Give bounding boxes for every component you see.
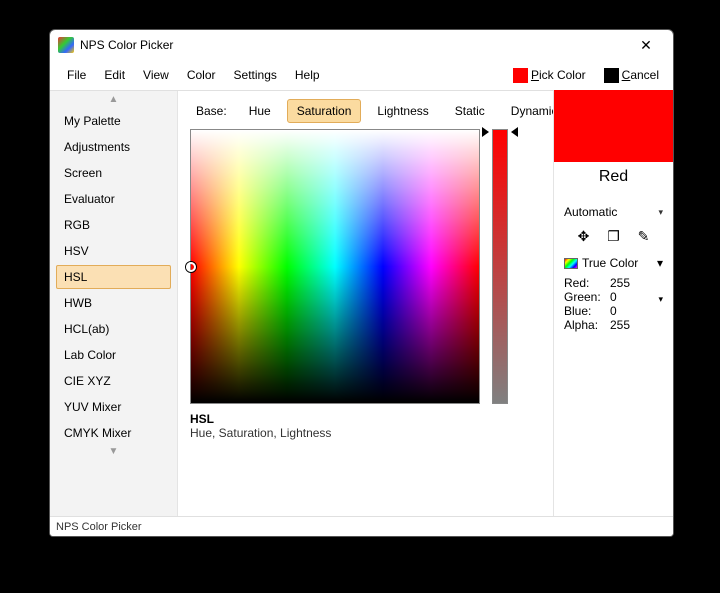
channel-row: Green:0 xyxy=(564,290,663,304)
current-color-swatch xyxy=(554,90,674,162)
window-close-button[interactable]: ✕ xyxy=(629,33,663,57)
mode-description-title: HSL xyxy=(190,412,553,426)
saturation-slider[interactable] xyxy=(490,129,510,404)
copy-button[interactable]: ❐ xyxy=(606,228,622,244)
truecolor-icon xyxy=(564,258,578,269)
channel-key: Alpha: xyxy=(564,318,610,332)
sidebar-scroll-up[interactable]: ▲ xyxy=(50,95,177,109)
menu-color[interactable]: Color xyxy=(178,63,225,87)
tab-static[interactable]: Static xyxy=(445,99,495,123)
cancel-label: Cancel xyxy=(622,68,659,82)
saturation-track xyxy=(492,129,508,404)
truecolor-dropdown[interactable]: True Color ▾ xyxy=(564,252,663,274)
channel-row: Blue:0 xyxy=(564,304,663,318)
menu-file[interactable]: File xyxy=(58,63,95,87)
sidebar-item-adjustments[interactable]: Adjustments xyxy=(56,135,171,159)
mode-description: HSL Hue, Saturation, Lightness xyxy=(190,412,553,440)
sidebar-item-hcl-ab-[interactable]: HCL(ab) xyxy=(56,317,171,341)
paste-button[interactable]: ✎ xyxy=(636,228,652,244)
close-icon: ✕ xyxy=(640,37,652,54)
sidebar-item-hwb[interactable]: HWB xyxy=(56,291,171,315)
mode-dropdown-label: Automatic xyxy=(564,205,617,219)
pick-color-label: Pick Color xyxy=(531,68,586,82)
sidebar-item-hsl[interactable]: HSL xyxy=(56,265,171,289)
picker-area xyxy=(190,129,553,404)
sidebar-item-lab-color[interactable]: Lab Color xyxy=(56,343,171,367)
base-tabs: Base: HueSaturationLightnessStaticDynami… xyxy=(190,99,553,123)
tab-saturation[interactable]: Saturation xyxy=(287,99,362,123)
channel-key: Blue: xyxy=(564,304,610,318)
menu-edit[interactable]: Edit xyxy=(95,63,134,87)
sidebar-item-my-palette[interactable]: My Palette xyxy=(56,109,171,133)
sidebar-item-evaluator[interactable]: Evaluator xyxy=(56,187,171,211)
sidebar-item-hsv[interactable]: HSV xyxy=(56,239,171,263)
sidebar-scroll-down[interactable]: ▼ xyxy=(50,447,177,461)
body: ▲ My PaletteAdjustmentsScreenEvaluatorRG… xyxy=(50,90,673,516)
current-color-name: Red xyxy=(554,162,673,196)
sidebar-item-cmyk-mixer[interactable]: CMYK Mixer xyxy=(56,421,171,445)
menubar: File Edit View Color Settings Help Pick … xyxy=(50,60,673,90)
truecolor-label: True Color xyxy=(582,256,638,270)
channel-value: 0 xyxy=(610,290,617,304)
channel-row: Alpha:255 xyxy=(564,318,663,332)
app-window: NPS Color Picker ✕ File Edit View Color … xyxy=(49,29,674,537)
sidebar: ▲ My PaletteAdjustmentsScreenEvaluatorRG… xyxy=(50,91,178,516)
slider-right-arrow-icon xyxy=(511,127,518,137)
mode-description-subtitle: Hue, Saturation, Lightness xyxy=(190,426,553,440)
color-field[interactable] xyxy=(190,129,480,404)
tab-lightness[interactable]: Lightness xyxy=(367,99,438,123)
color-field-cursor[interactable] xyxy=(186,262,196,272)
channel-value: 0 xyxy=(610,304,617,318)
channel-key: Red: xyxy=(564,276,610,290)
menu-settings[interactable]: Settings xyxy=(225,63,286,87)
menu-view[interactable]: View xyxy=(134,63,178,87)
pick-color-swatch xyxy=(513,68,528,83)
main-panel: Base: HueSaturationLightnessStaticDynami… xyxy=(178,91,553,516)
sidebar-item-yuv-mixer[interactable]: YUV Mixer xyxy=(56,395,171,419)
copy-icon: ❐ xyxy=(607,228,620,245)
menu-help[interactable]: Help xyxy=(286,63,329,87)
channel-row: Red:255 xyxy=(564,276,663,290)
caret-down-icon: ▾ xyxy=(658,207,663,218)
pick-color-button[interactable]: Pick Color xyxy=(507,65,592,86)
mode-dropdown[interactable]: Automatic ▾ xyxy=(564,202,663,222)
channel-value: 255 xyxy=(610,276,630,290)
base-label: Base: xyxy=(190,100,233,122)
app-icon xyxy=(58,37,74,53)
cancel-button[interactable]: Cancel xyxy=(598,65,665,86)
statusbar-text: NPS Color Picker xyxy=(56,521,142,533)
color-channels[interactable]: Red:255Green:0Blue:0Alpha:255 ▾ xyxy=(564,274,663,334)
caret-down-icon: ▾ xyxy=(657,256,663,270)
titlebar: NPS Color Picker ✕ xyxy=(50,30,673,60)
channels-caret-icon: ▾ xyxy=(658,294,663,305)
statusbar: NPS Color Picker xyxy=(50,516,673,536)
eyedropper-button[interactable]: ✥ xyxy=(576,228,592,244)
tab-hue[interactable]: Hue xyxy=(239,99,281,123)
window-title: NPS Color Picker xyxy=(80,38,629,52)
sidebar-item-screen[interactable]: Screen xyxy=(56,161,171,185)
eyedropper-icon: ✥ xyxy=(578,228,590,245)
sidebar-item-cie-xyz[interactable]: CIE XYZ xyxy=(56,369,171,393)
channel-key: Green: xyxy=(564,290,610,304)
slider-left-arrow-icon xyxy=(482,127,489,137)
sidebar-item-rgb[interactable]: RGB xyxy=(56,213,171,237)
channel-value: 255 xyxy=(610,318,630,332)
right-panel: Red Automatic ▾ ✥ ❐ ✎ True Color ▾ xyxy=(553,91,673,516)
cancel-swatch xyxy=(604,68,619,83)
paste-icon: ✎ xyxy=(638,228,650,245)
